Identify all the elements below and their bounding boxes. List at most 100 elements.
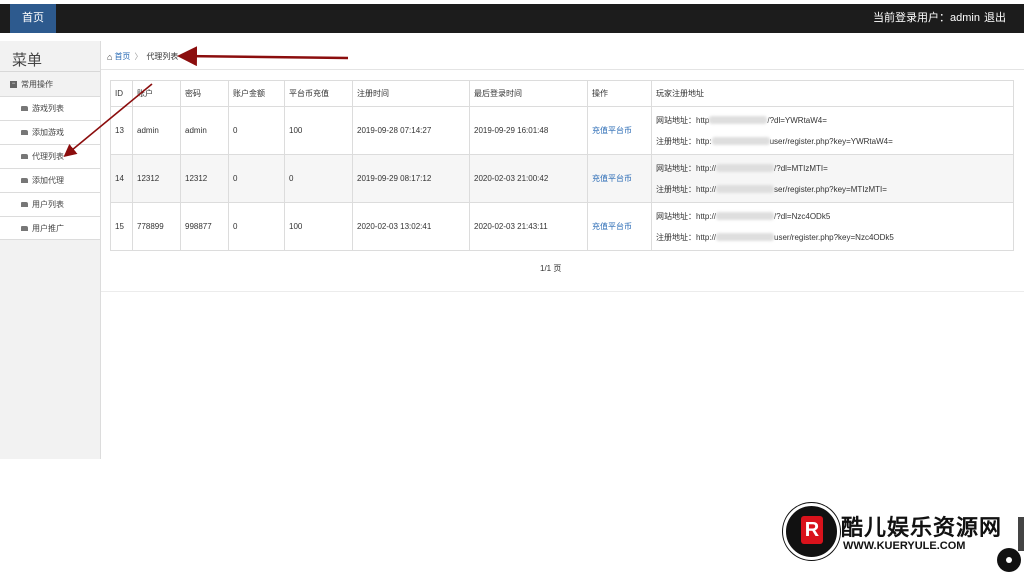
sidebar-item-user-list[interactable]: 用户列表 [0, 192, 100, 216]
column-header: 密码 [180, 80, 229, 107]
redacted-host [716, 185, 775, 194]
menu-group-common[interactable]: − 常用操作 [10, 79, 53, 90]
redacted-host [716, 212, 775, 221]
cell-account: 12312 [132, 154, 181, 203]
column-header: 平台币充值 [284, 80, 353, 107]
floating-action-button[interactable] [997, 548, 1021, 572]
recharge-link[interactable]: 充值平台币 [587, 202, 652, 251]
folder-icon [21, 225, 28, 231]
register-address-prefix: 注册地址：http:// [656, 232, 717, 242]
cell-reg-time: 2019-09-29 08:17:12 [352, 154, 470, 203]
site-address-suffix: /?dl=MTIzMTI= [774, 163, 828, 173]
folder-icon [21, 178, 28, 183]
sidebar-item-label: 添加代理 [32, 176, 64, 185]
register-address-prefix: 注册地址：http:// [656, 184, 717, 194]
column-header: 账户 [132, 80, 181, 107]
logout-link[interactable]: 退出 [984, 4, 1006, 33]
cell-reg-time: 2019-09-28 07:14:27 [352, 106, 470, 155]
table-row: 14 12312 12312 0 0 2019-09-29 08:17:12 2… [110, 154, 1014, 203]
cell-id: 14 [110, 154, 133, 203]
sidebar-item-label: 用户推广 [32, 223, 64, 233]
home-tab[interactable]: 首页 [10, 4, 56, 33]
cell-password: 12312 [180, 154, 229, 203]
register-address-suffix: user/register.php?key=Nzc4ODk5 [774, 232, 894, 242]
site-address: 网站地址：http:// /?dl=MTIzMTI= [656, 158, 1013, 179]
sidebar-item-user-promotion[interactable]: 用户推广 [0, 216, 100, 240]
register-address-suffix: user/register.php?key=YWRtaW4= [769, 136, 893, 146]
column-header: 注册时间 [352, 80, 470, 107]
site-address-prefix: 网站地址：http:// [656, 211, 717, 221]
menu-divider [0, 71, 100, 72]
cell-recharge: 0 [284, 154, 353, 203]
collapse-icon: − [10, 81, 17, 88]
cell-last-login: 2019-09-29 16:01:48 [469, 106, 588, 155]
register-address-prefix: 注册地址：http: [656, 136, 712, 146]
cell-recharge: 100 [284, 106, 353, 155]
register-address: 注册地址：http: user/register.php?key=YWRtaW4= [656, 131, 1013, 152]
redacted-host [709, 116, 768, 125]
cell-id: 15 [110, 202, 133, 251]
cell-account: 778899 [132, 202, 181, 251]
sidebar-item-label: 游戏列表 [32, 104, 64, 113]
sidebar: 菜单 − 常用操作 游戏列表 添加游戏 代理列表 添加代理 用户列表 用户推广 [0, 41, 101, 459]
site-address: 网站地址：http:// /?dl=Nzc4ODk5 [656, 206, 1013, 227]
breadcrumb-home[interactable]: ⌂ 首页 [107, 51, 130, 62]
watermark-logo: R 酷儿娱乐资源网 WWW.KUERYULE.COM [783, 503, 1003, 563]
site-address-prefix: 网站地址：http:// [656, 163, 717, 173]
pagination-info: 1/1 页 [540, 264, 562, 273]
cell-recharge: 100 [284, 202, 353, 251]
cell-last-login: 2020-02-03 21:00:42 [469, 154, 588, 203]
sidebar-item-add-game[interactable]: 添加游戏 [0, 120, 100, 144]
redacted-host [716, 164, 775, 173]
cell-password: admin [180, 106, 229, 155]
sidebar-item-label: 用户列表 [32, 200, 64, 209]
site-address-suffix: /?dl=Nzc4ODk5 [774, 211, 831, 221]
column-header: 操作 [587, 80, 652, 107]
sidebar-item-label: 添加游戏 [32, 128, 64, 137]
cell-addresses: 网站地址：http /?dl=YWRtaW4= 注册地址：http: user/re… [651, 106, 1014, 155]
cell-addresses: 网站地址：http:// /?dl=Nzc4ODk5 注册地址：http:// us… [651, 202, 1014, 251]
folder-icon [21, 106, 28, 111]
home-icon: ⌂ [107, 51, 113, 62]
register-address-suffix: ser/register.php?key=MTIzMTI= [774, 184, 887, 194]
breadcrumb-separator: 〉 [134, 52, 143, 61]
register-address: 注册地址：http:// ser/register.php?key=MTIzMTI… [656, 179, 1013, 200]
cell-addresses: 网站地址：http:// /?dl=MTIzMTI= 注册地址：http:// se… [651, 154, 1014, 203]
sidebar-item-agent-list[interactable]: 代理列表 [0, 144, 100, 168]
breadcrumb-home-label: 首页 [114, 52, 131, 61]
side-float-tab[interactable] [1018, 517, 1024, 551]
table-row: 13 admin admin 0 100 2019-09-28 07:14:27… [110, 106, 1014, 155]
watermark-r-mark: R [801, 516, 823, 544]
watermark-title: 酷儿娱乐资源网 [841, 515, 1003, 540]
sidebar-item-game-list[interactable]: 游戏列表 [0, 96, 100, 120]
cell-password: 998877 [180, 202, 229, 251]
recharge-link[interactable]: 充值平台币 [587, 106, 652, 155]
site-address-prefix: 网站地址：http [656, 115, 710, 125]
cell-balance: 0 [228, 154, 285, 203]
folder-icon [21, 202, 28, 207]
recharge-link[interactable]: 充值平台币 [587, 154, 652, 203]
menu-group-label: 常用操作 [21, 80, 53, 89]
redacted-host [716, 233, 775, 242]
cell-balance: 0 [228, 106, 285, 155]
folder-icon [21, 154, 28, 159]
content-divider [101, 291, 1024, 292]
column-header: 最后登录时间 [469, 80, 588, 107]
breadcrumb: ⌂ 首页 〉 代理列表 [101, 44, 1024, 70]
cell-account: admin [132, 106, 181, 155]
cell-last-login: 2020-02-03 21:43:11 [469, 202, 588, 251]
table-row: 15 778899 998877 0 100 2020-02-03 13:02:… [110, 202, 1014, 251]
site-address: 网站地址：http /?dl=YWRtaW4= [656, 110, 1013, 131]
breadcrumb-current: 代理列表 [146, 52, 179, 61]
column-header: 账户金额 [228, 80, 285, 107]
sidebar-item-label: 代理列表 [32, 152, 64, 161]
top-navbar: 首页 当前登录用户：admin 退出 [0, 4, 1024, 33]
sidebar-item-add-agent[interactable]: 添加代理 [0, 168, 100, 192]
watermark-url: WWW.KUERYULE.COM [843, 540, 966, 552]
table-header-row: ID 账户 密码 账户金额 平台币充值 注册时间 最后登录时间 操作 玩家注册地… [110, 80, 1014, 107]
cell-reg-time: 2020-02-03 13:02:41 [352, 202, 470, 251]
folder-icon [21, 130, 28, 135]
site-address-suffix: /?dl=YWRtaW4= [767, 115, 827, 125]
redacted-host [711, 137, 770, 146]
column-header: 玩家注册地址 [651, 80, 1014, 107]
